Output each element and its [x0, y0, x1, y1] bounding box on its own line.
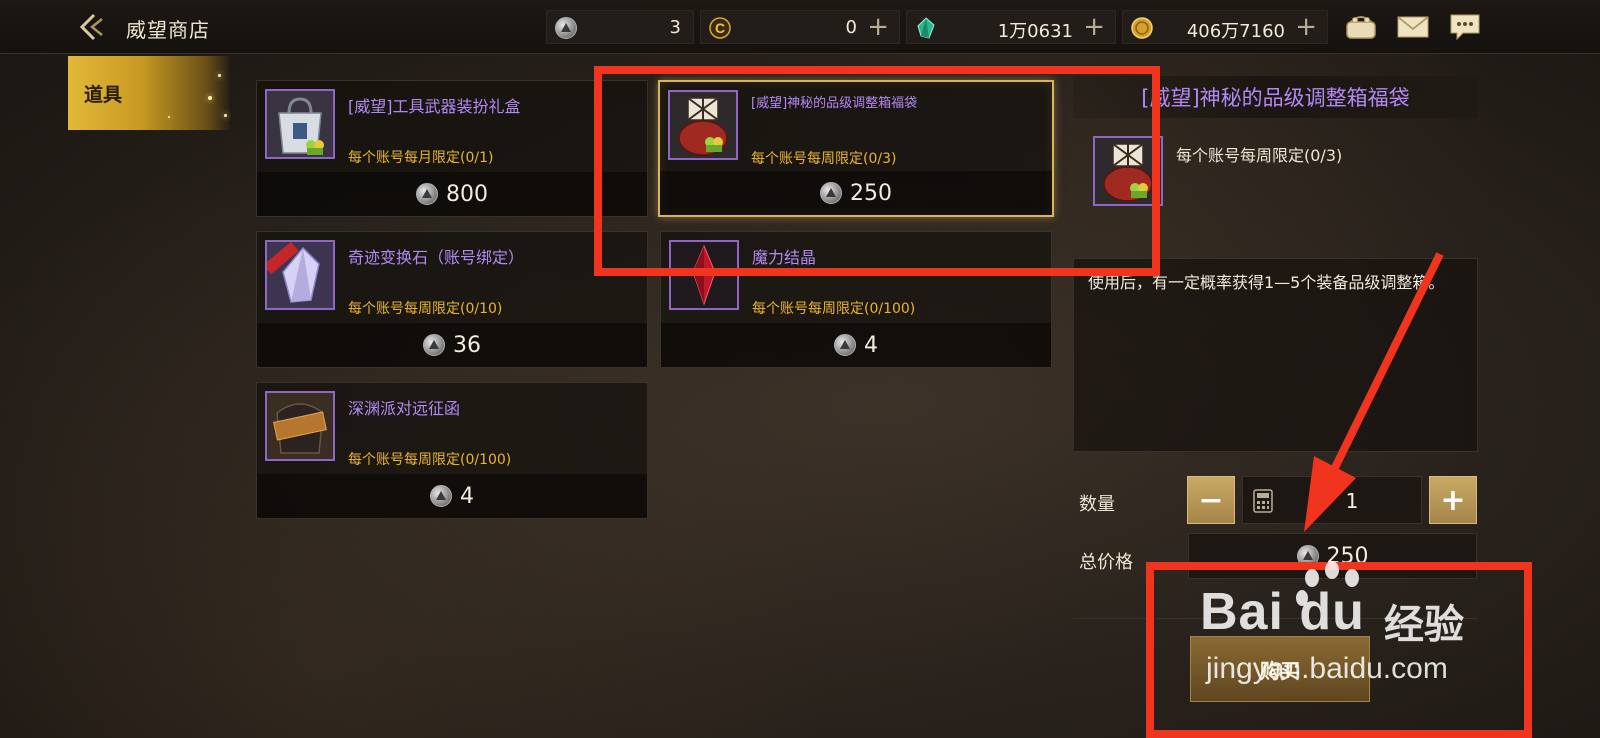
price-bar: 4 — [257, 474, 647, 518]
top-bar: 威望商店 3 C 0 + 1万0631 + 406万7160 + — [0, 0, 1600, 54]
divider — [1073, 618, 1478, 619]
add-currency-button[interactable]: + — [1295, 13, 1317, 41]
item-limit: 每个账号每月限定(0/1) — [348, 150, 494, 166]
item-limit: 每个账号每周限定(0/10) — [348, 301, 503, 317]
sparkle — [218, 74, 221, 77]
add-currency-button[interactable]: + — [1083, 13, 1105, 41]
item-card[interactable]: 奇迹变换石（账号绑定） 每个账号每周限定(0/10) 36 — [256, 231, 648, 368]
currency-value: 1万0631 — [997, 21, 1073, 42]
prestige-coin-icon — [820, 182, 842, 204]
currency-gold: 406万7160 + — [1122, 10, 1328, 44]
back-button[interactable] — [76, 10, 112, 44]
c-coin-icon: C — [709, 17, 731, 39]
prestige-coin-icon — [834, 334, 856, 356]
tab-items[interactable]: 道具 — [68, 56, 230, 130]
svg-text:C: C — [715, 20, 725, 36]
item-card[interactable]: 深渊派对远征函 每个账号每周限定(0/100) 4 — [256, 382, 648, 519]
prestige-coin-icon — [430, 485, 452, 507]
prestige-coin-icon — [555, 17, 577, 39]
currency-value: 406万7160 — [1186, 21, 1285, 42]
item-price: 4 — [864, 332, 878, 358]
item-price: 36 — [453, 332, 481, 358]
prestige-coin-icon — [416, 183, 438, 205]
chat-icon[interactable] — [1448, 12, 1482, 42]
total-price-value: 250 — [1326, 543, 1369, 569]
detail-title-bar: [威望]神秘的品级调整箱福袋 — [1073, 76, 1478, 118]
mail-icon[interactable] — [1396, 12, 1430, 42]
price-bar: 36 — [257, 323, 647, 367]
back-arrow-icon — [79, 13, 103, 41]
gift-bag-icon — [265, 89, 335, 159]
sparkle — [208, 96, 212, 100]
buy-button[interactable]: 购买 — [1190, 636, 1370, 702]
item-limit: 每个账号每周限定(0/3) — [751, 151, 897, 167]
gold-coin-icon — [1131, 17, 1153, 39]
detail-title: [威望]神秘的品级调整箱福袋 — [1141, 86, 1410, 110]
lucky-bag-icon — [668, 90, 738, 160]
item-name: [威望]工具武器装扮礼盒 — [348, 97, 521, 116]
item-price: 250 — [850, 180, 892, 206]
tab-label: 道具 — [84, 84, 123, 106]
item-card[interactable]: 魔力结晶 每个账号每周限定(0/100) 4 — [660, 231, 1052, 368]
item-limit: 每个账号每周限定(0/100) — [752, 301, 916, 317]
sparkle — [224, 114, 227, 117]
prestige-coin-icon — [423, 334, 445, 356]
expedition-letter-icon — [265, 391, 335, 461]
calculator-icon[interactable] — [1253, 489, 1273, 513]
item-name: 奇迹变换石（账号绑定） — [348, 248, 525, 267]
item-name: 深渊派对远征函 — [348, 399, 461, 418]
sparkle — [168, 116, 170, 118]
item-card-selected[interactable]: [威望]神秘的品级调整箱福袋 每个账号每周限定(0/3) 250 — [658, 80, 1054, 217]
price-bar: 4 — [661, 323, 1051, 367]
item-price: 4 — [460, 483, 474, 509]
currency-c: C 0 + — [700, 10, 900, 44]
currency-prestige: 3 — [546, 10, 694, 44]
lucky-bag-icon — [1093, 136, 1163, 206]
green-crystal-icon — [917, 17, 935, 39]
item-limit: 每个账号每周限定(0/100) — [348, 452, 512, 468]
annotation-arrow-icon — [1304, 252, 1444, 532]
crystal-stone-icon — [265, 240, 335, 310]
page-title: 威望商店 — [126, 18, 210, 42]
item-price: 800 — [446, 181, 488, 207]
red-crystal-icon — [669, 240, 739, 310]
currency-crystal: 1万0631 + — [906, 10, 1116, 44]
wallet-icon[interactable] — [1344, 12, 1378, 42]
detail-limit: 每个账号每周限定(0/3) — [1176, 146, 1343, 165]
price-bar: 800 — [257, 172, 647, 216]
price-bar: 250 — [660, 171, 1052, 215]
item-name: [威望]神秘的品级调整箱福袋 — [751, 96, 918, 111]
watermark-brand-cn: 经验 — [1384, 602, 1464, 648]
watermark-brand: Bai du — [1200, 583, 1365, 641]
item-card[interactable]: [威望]工具武器装扮礼盒 每个账号每月限定(0/1) 800 — [256, 80, 648, 217]
currency-value: 3 — [669, 17, 681, 38]
item-name: 魔力结晶 — [752, 248, 817, 267]
currency-value: 0 — [845, 17, 857, 38]
decrease-quantity-button[interactable]: − — [1187, 476, 1235, 524]
total-price-label: 总价格 — [1079, 552, 1133, 573]
quantity-label: 数量 — [1079, 494, 1115, 515]
add-currency-button[interactable]: + — [867, 13, 889, 41]
prestige-coin-icon — [1296, 545, 1319, 567]
